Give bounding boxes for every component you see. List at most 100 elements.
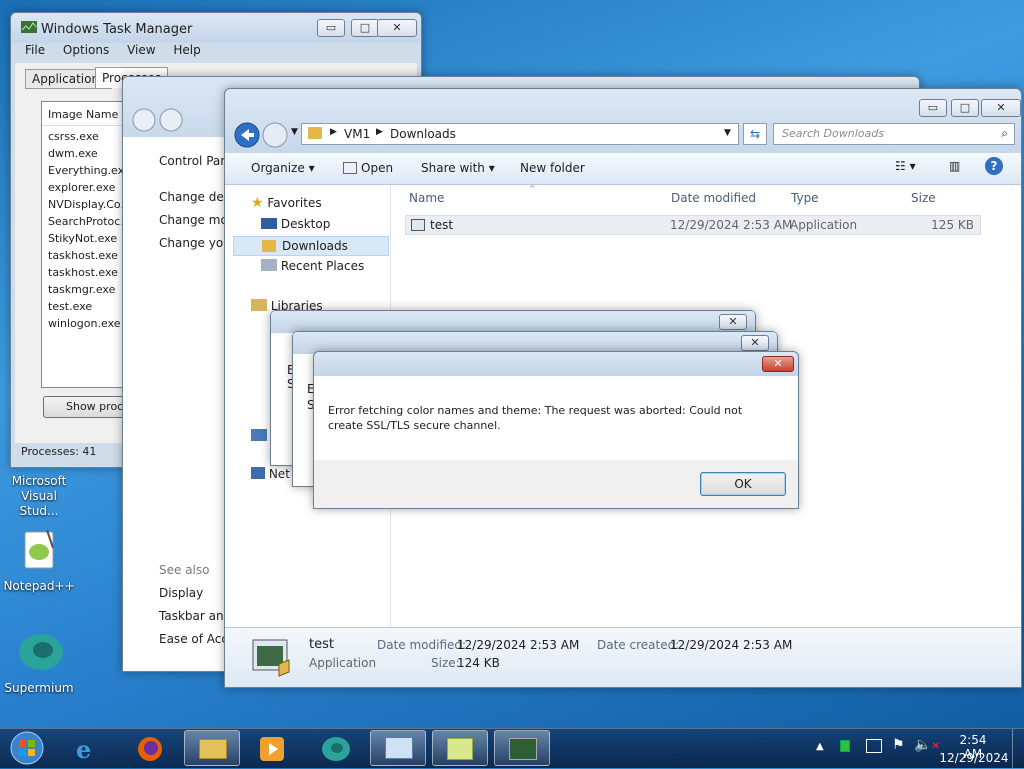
nav-item-network[interactable]: Net <box>251 467 290 481</box>
show-desktop-button[interactable] <box>1012 729 1024 768</box>
refresh-button[interactable]: ⇆ <box>743 123 767 145</box>
minimize-button[interactable]: ▭ <box>317 19 345 37</box>
network-tray-icon[interactable] <box>866 739 882 753</box>
close-button[interactable]: ✕ <box>741 335 769 351</box>
supermium-icon <box>19 634 63 670</box>
close-button[interactable]: ✕ <box>377 19 417 37</box>
computer-icon[interactable] <box>251 429 267 441</box>
taskbar-supermium[interactable] <box>308 730 364 766</box>
error-message: Error fetching color names and theme: Th… <box>328 404 743 432</box>
column-type[interactable]: Type <box>791 191 819 205</box>
show-processes-button[interactable]: Show proce <box>43 396 133 418</box>
network-icon <box>251 467 265 479</box>
tray-green-icon[interactable] <box>840 740 850 752</box>
breadcrumb-separator-icon: ▶ <box>376 127 383 137</box>
breadcrumb-downloads[interactable]: Downloads <box>390 127 456 141</box>
nav-item-downloads[interactable]: Downloads <box>233 236 389 256</box>
details-date-modified-label: Date modified: <box>377 638 467 652</box>
start-button[interactable] <box>8 730 46 766</box>
organize-label: Organize <box>251 161 305 175</box>
action-center-flag-icon[interactable]: ⚑ <box>892 737 905 753</box>
taskbar-media-player[interactable] <box>244 730 300 766</box>
close-button[interactable]: ✕ <box>981 99 1021 117</box>
nav-item-recent-places[interactable]: Recent Places <box>261 259 364 273</box>
sticky-notes-icon <box>447 738 473 760</box>
cp-item[interactable]: Change you <box>159 236 231 250</box>
sort-indicator-icon: ^ <box>529 184 536 193</box>
view-options-icon[interactable]: ☷ ▾ <box>895 159 916 173</box>
breadcrumb-vm1[interactable]: VM1 <box>344 127 370 141</box>
new-folder-button[interactable]: New folder <box>520 161 585 175</box>
open-label: Open <box>361 161 394 175</box>
taskbar-sticky-notes[interactable] <box>432 730 488 766</box>
column-size[interactable]: Size <box>911 191 936 205</box>
maximize-button[interactable]: □ <box>351 19 379 37</box>
taskbar-task-manager[interactable] <box>494 730 550 766</box>
search-icon[interactable]: ⌕ <box>1001 126 1008 141</box>
chevron-down-icon[interactable]: ▼ <box>724 128 731 138</box>
maximize-button[interactable]: □ <box>951 99 979 117</box>
details-size-label: Size: <box>431 656 460 670</box>
show-hidden-icons[interactable]: ▲ <box>816 741 824 752</box>
desktop-icon-visual-studio[interactable]: Microsoft Visual Stud... <box>2 474 76 519</box>
desktop-icon-label: Notepad++ <box>3 579 75 593</box>
clock-date[interactable]: 12/29/2024 <box>938 751 1010 765</box>
internet-explorer-icon: e <box>76 735 92 764</box>
back-forward-buttons[interactable] <box>131 107 191 133</box>
cp-link[interactable]: Taskbar and <box>159 609 231 623</box>
search-box[interactable]: Search Downloads ⌕ <box>773 123 1015 145</box>
menu-file[interactable]: File <box>25 43 45 57</box>
ok-button[interactable]: OK <box>700 472 786 496</box>
error-message-area: Error fetching color names and theme: Th… <box>314 376 798 460</box>
application-large-icon <box>252 639 290 677</box>
menu-options[interactable]: Options <box>63 43 109 57</box>
organize-button[interactable]: Organize ▾ <box>251 161 315 175</box>
volume-muted-icon[interactable]: 🔈✕ <box>914 737 940 753</box>
details-name: test <box>309 637 334 652</box>
cp-link[interactable]: Display <box>159 586 203 600</box>
preview-pane-icon[interactable]: ▥ <box>949 159 960 173</box>
desktop-icon-label: Microsoft Visual Stud... <box>11 474 67 518</box>
nav-item-desktop[interactable]: Desktop <box>261 217 330 231</box>
minimize-button[interactable]: ▭ <box>919 99 947 117</box>
open-button[interactable]: Open <box>343 161 393 175</box>
close-button[interactable]: ✕ <box>719 314 747 330</box>
close-button[interactable]: ✕ <box>762 356 794 372</box>
details-pane: test Application Date modified: 12/29/20… <box>225 627 1021 687</box>
menu-help[interactable]: Help <box>173 43 200 57</box>
taskbar-explorer[interactable] <box>184 730 240 766</box>
history-dropdown[interactable]: ▼ <box>291 127 298 137</box>
notepadpp-icon <box>24 529 54 569</box>
control-panel-icon <box>385 737 413 759</box>
folder-icon <box>308 127 322 139</box>
nav-network-label: Net <box>268 467 290 481</box>
libraries-icon <box>251 299 267 311</box>
search-input[interactable]: Search Downloads <box>782 127 884 140</box>
menu-view[interactable]: View <box>127 43 155 57</box>
desktop-icon-label: Supermium <box>4 681 74 695</box>
media-player-icon <box>260 737 284 761</box>
desktop-icon-notepadpp[interactable]: Notepad++ <box>2 528 76 593</box>
taskbar-firefox[interactable] <box>122 730 178 766</box>
details-date-created-label: Date created: <box>597 638 680 652</box>
details-type: Application <box>309 656 377 670</box>
details-date-created: 12/29/2024 2:53 AM <box>670 638 793 652</box>
breadcrumb-separator-icon: ▶ <box>330 127 337 137</box>
supermium-icon <box>322 737 350 761</box>
command-bar: Organize ▾ Open Share with ▾ New folder … <box>225 153 1021 185</box>
desktop-icon-supermium[interactable]: Supermium <box>2 630 76 695</box>
column-date-modified[interactable]: Date modified <box>671 191 756 205</box>
file-date: 12/29/2024 2:53 AM <box>670 218 793 232</box>
address-bar[interactable]: ▶ VM1 ▶ Downloads ▼ <box>301 123 739 145</box>
taskbar-control-panel[interactable] <box>370 730 426 766</box>
share-with-button[interactable]: Share with ▾ <box>421 161 495 175</box>
taskbar-ie[interactable]: e <box>62 730 118 766</box>
nav-downloads-label: Downloads <box>282 239 348 253</box>
task-manager-icon <box>21 21 37 33</box>
help-icon[interactable]: ? <box>985 157 1003 175</box>
file-row-test[interactable]: test 12/29/2024 2:53 AM Application 125 … <box>405 215 981 235</box>
open-icon <box>343 162 357 174</box>
favorites-item[interactable]: ★ Favorites <box>251 195 322 211</box>
back-button[interactable] <box>233 121 289 149</box>
column-name[interactable]: Name <box>409 191 444 205</box>
